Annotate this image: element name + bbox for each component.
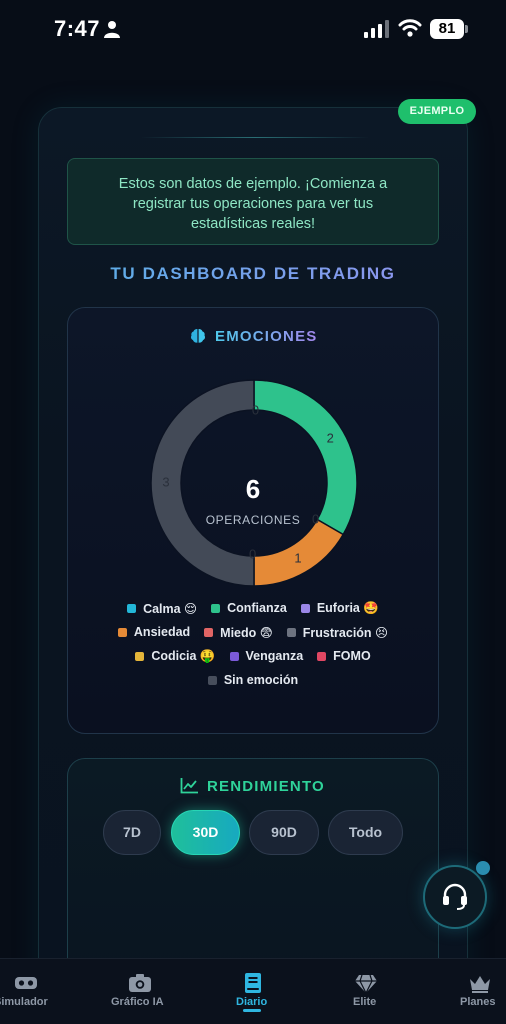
legend-label: Miedo 😨 — [220, 625, 273, 640]
legend-label: Ansiedad — [133, 625, 191, 639]
legend-item-euforia: Euforia 🤩 — [300, 600, 379, 616]
legend-label: Calma 😌 — [143, 601, 198, 616]
active-tab-indicator — [243, 1009, 261, 1012]
crown-icon — [470, 976, 490, 993]
wifi-icon — [398, 19, 422, 37]
brain-icon — [191, 329, 205, 343]
status-bar: 7:47 81 — [0, 0, 506, 60]
status-time: 7:47 — [54, 16, 101, 41]
range-button-7d[interactable]: 7D — [103, 810, 161, 855]
battery-indicator: 81 — [430, 19, 468, 39]
donut-slice-label: 3 — [162, 474, 169, 489]
legend-label: Sin emoción — [223, 673, 299, 687]
nav-item-simulador[interactable]: Simulador — [0, 959, 84, 1024]
battery-cap — [465, 25, 468, 33]
nav-label: Gráfico IA — [111, 996, 164, 1008]
bottom-navigation: Simulador Gráfico IA Diario Elite Pl — [0, 958, 506, 1024]
performance-title: RENDIMIENTO — [207, 778, 325, 795]
legend-item-fomo: FOMO — [317, 649, 371, 663]
donut-slice-label: 1 — [294, 551, 301, 566]
legend-label: Euforia 🤩 — [316, 600, 379, 615]
legend-label: Confianza — [227, 601, 287, 615]
legend-swatch — [135, 651, 145, 661]
legend-label: Venganza — [245, 649, 304, 663]
line-chart-icon — [180, 778, 198, 794]
legend-item-calma: Calma 😌 — [127, 601, 197, 616]
legend-item-frustracion: Frustración 😣 — [286, 625, 389, 640]
legend-item-sin-emocion: Sin emoción — [207, 673, 299, 687]
nav-item-diario[interactable]: Diario — [223, 959, 283, 1024]
legend-swatch — [204, 627, 214, 637]
nav-item-grafico-ia[interactable]: Gráfico IA — [98, 959, 194, 1024]
donut-slice-label: 2 — [327, 430, 334, 445]
legend-swatch — [229, 651, 239, 661]
legend-row: Codicia 🤑 Venganza FOMO — [67, 644, 439, 668]
example-notice: Estos son datos de ejemplo. ¡Comienza a … — [67, 158, 439, 245]
legend-swatch — [207, 675, 217, 685]
camera-icon — [129, 974, 151, 992]
nav-item-elite[interactable]: Elite — [336, 959, 396, 1024]
legend-label: Frustración 😣 — [302, 625, 389, 640]
legend-item-venganza: Venganza — [229, 649, 304, 663]
donut-slice-confianza — [253, 379, 358, 536]
donut-zero-label: 0 — [249, 546, 256, 561]
nav-item-planes[interactable]: Planes — [450, 959, 506, 1024]
legend-label: Codicia 🤑 — [151, 648, 216, 663]
headset-icon — [443, 883, 467, 910]
nav-label: Planes — [460, 996, 496, 1008]
legend-swatch — [286, 627, 296, 637]
diamond-icon — [355, 974, 377, 994]
donut-zero-label: 0 — [252, 402, 259, 417]
legend-item-ansiedad: Ansiedad — [117, 625, 191, 639]
donut-zero-label: 0 — [312, 512, 319, 527]
legend-swatch — [211, 603, 221, 613]
emotions-legend: Calma 😌 Confianza Euforia 🤩 Ansiedad Mie… — [67, 596, 439, 692]
legend-item-confianza: Confianza — [211, 601, 287, 615]
range-button-todo[interactable]: Todo — [328, 810, 403, 855]
range-button-90d[interactable]: 90D — [249, 810, 319, 855]
legend-swatch — [117, 627, 127, 637]
range-button-30d[interactable]: 30D — [171, 810, 240, 855]
legend-swatch — [127, 603, 137, 613]
donut-center-value: 6 — [245, 474, 261, 504]
legend-label: FOMO — [333, 649, 371, 663]
legend-item-miedo: Miedo 😨 — [204, 625, 273, 640]
signal-icon — [364, 20, 389, 38]
divider — [140, 137, 370, 138]
emotions-title: EMOCIONES — [215, 328, 318, 345]
nav-label: Diario — [236, 996, 268, 1008]
legend-row: Sin emoción — [67, 668, 439, 692]
battery-level: 81 — [430, 19, 464, 39]
nav-label: Elite — [353, 996, 377, 1008]
legend-row: Calma 😌 Confianza Euforia 🤩 — [67, 596, 439, 620]
vr-headset-icon — [15, 977, 37, 989]
notification-dot — [476, 861, 490, 875]
book-icon — [245, 973, 261, 993]
legend-swatch — [300, 603, 310, 613]
dashboard-title: TU DASHBOARD DE TRADING — [0, 264, 506, 284]
person-icon — [104, 21, 120, 38]
legend-item-codicia: Codicia 🤑 — [135, 648, 216, 664]
donut-center-label: OPERACIONES — [205, 513, 301, 527]
legend-swatch — [317, 651, 327, 661]
example-badge: EJEMPLO — [398, 99, 476, 124]
legend-row: Ansiedad Miedo 😨 Frustración 😣 — [67, 620, 439, 644]
nav-label: Simulador — [0, 996, 48, 1008]
